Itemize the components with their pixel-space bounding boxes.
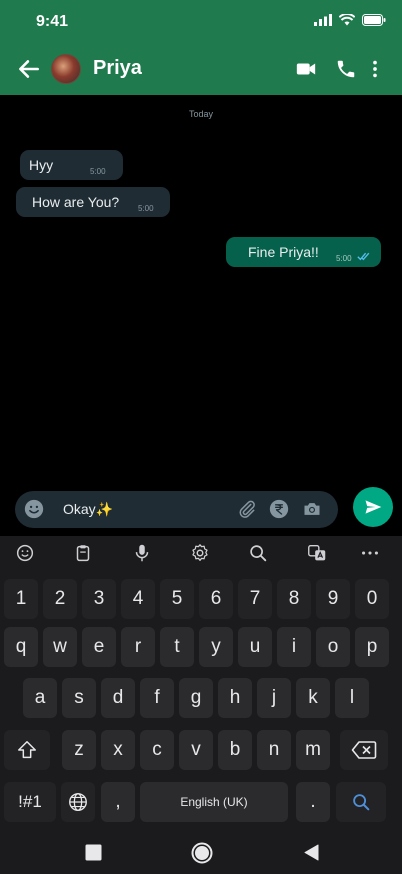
message-composer[interactable]: Okay✨: [15, 491, 338, 528]
key[interactable]: g: [179, 678, 213, 718]
key[interactable]: j: [257, 678, 291, 718]
key[interactable]: 2: [43, 579, 77, 619]
camera-icon[interactable]: [302, 499, 322, 519]
message-time: 5:00: [138, 204, 154, 213]
key[interactable]: s: [62, 678, 96, 718]
search-icon: [353, 794, 370, 811]
key[interactable]: r: [121, 627, 155, 667]
symbols-key[interactable]: !#1: [4, 782, 56, 822]
key[interactable]: 4: [121, 579, 155, 619]
mic-icon[interactable]: [131, 542, 153, 564]
period-key[interactable]: .: [296, 782, 330, 822]
message-text: Hyy: [29, 157, 54, 173]
backspace-key[interactable]: [340, 730, 388, 770]
read-ticks-icon: [357, 252, 370, 261]
back-nav-icon[interactable]: [303, 844, 319, 861]
app-header: 9:41 Priya: [0, 0, 402, 95]
key[interactable]: x: [101, 730, 135, 770]
chat-area[interactable]: Today Hyy 5:00 How are You? 5:00 Fine Pr…: [0, 95, 402, 485]
key[interactable]: f: [140, 678, 174, 718]
recents-icon[interactable]: [85, 844, 102, 861]
key[interactable]: k: [296, 678, 330, 718]
message-bubble[interactable]: How are You? 5:00: [16, 187, 170, 217]
contact-name[interactable]: Priya: [93, 57, 142, 80]
key[interactable]: o: [316, 627, 350, 667]
key[interactable]: 3: [82, 579, 116, 619]
message-input[interactable]: Okay✨: [63, 501, 113, 518]
rupee-icon[interactable]: [269, 499, 289, 519]
send-button[interactable]: [353, 487, 393, 527]
key[interactable]: h: [218, 678, 252, 718]
key[interactable]: 0: [355, 579, 389, 619]
key[interactable]: d: [101, 678, 135, 718]
phone-icon[interactable]: [335, 58, 357, 80]
wifi-icon: [339, 14, 355, 26]
settings-icon[interactable]: [189, 542, 211, 564]
key[interactable]: y: [199, 627, 233, 667]
keyboard: 1 2 3 4 5 6 7 8 9 0 q w e r t y u i o p …: [0, 536, 402, 826]
avatar[interactable]: [51, 54, 81, 84]
key[interactable]: z: [62, 730, 96, 770]
message-text: How are You?: [32, 194, 120, 210]
back-arrow-icon[interactable]: [16, 56, 42, 82]
emoji-icon[interactable]: [14, 542, 36, 564]
key[interactable]: 8: [277, 579, 311, 619]
key[interactable]: w: [43, 627, 77, 667]
signal-icon: [314, 14, 332, 26]
key[interactable]: 5: [160, 579, 194, 619]
emoji-icon[interactable]: [24, 499, 44, 519]
key[interactable]: a: [23, 678, 57, 718]
globe-icon: [69, 793, 87, 811]
battery-icon: [362, 14, 386, 26]
message-time: 5:00: [90, 167, 106, 176]
status-time: 9:41: [36, 13, 69, 30]
shift-icon: [18, 741, 36, 759]
key[interactable]: b: [218, 730, 252, 770]
keyboard-toolbar: [0, 536, 402, 569]
key[interactable]: c: [140, 730, 174, 770]
navigation-bar: [0, 826, 402, 874]
language-key[interactable]: [61, 782, 95, 822]
chat-header: Priya: [0, 44, 402, 95]
search-action-key[interactable]: [336, 782, 386, 822]
shift-key[interactable]: [4, 730, 50, 770]
comma-key[interactable]: ,: [101, 782, 135, 822]
more-horizontal-icon[interactable]: [359, 542, 381, 564]
message-time: 5:00: [336, 254, 352, 263]
key[interactable]: l: [335, 678, 369, 718]
key[interactable]: t: [160, 627, 194, 667]
key[interactable]: 9: [316, 579, 350, 619]
key[interactable]: n: [257, 730, 291, 770]
home-icon[interactable]: [191, 842, 213, 864]
video-call-icon[interactable]: [295, 58, 317, 80]
message-text: Fine Priya!!: [248, 244, 319, 260]
key[interactable]: e: [82, 627, 116, 667]
message-bubble[interactable]: Fine Priya!! 5:00: [226, 237, 381, 267]
key[interactable]: 6: [199, 579, 233, 619]
translate-icon[interactable]: [306, 542, 328, 564]
key[interactable]: v: [179, 730, 213, 770]
clipboard-icon[interactable]: [72, 542, 94, 564]
more-vertical-icon[interactable]: [364, 58, 386, 80]
key[interactable]: m: [296, 730, 330, 770]
key[interactable]: u: [238, 627, 272, 667]
key[interactable]: p: [355, 627, 389, 667]
status-icons: [314, 14, 386, 26]
key[interactable]: 7: [238, 579, 272, 619]
message-bubble[interactable]: Hyy 5:00: [20, 150, 123, 180]
space-key[interactable]: English (UK): [140, 782, 288, 822]
attach-icon[interactable]: [237, 499, 257, 519]
status-bar: 9:41: [0, 0, 402, 44]
backspace-icon: [351, 741, 377, 759]
key[interactable]: q: [4, 627, 38, 667]
date-separator: Today: [188, 109, 214, 119]
key[interactable]: 1: [4, 579, 38, 619]
send-icon: [365, 500, 382, 514]
key[interactable]: i: [277, 627, 311, 667]
search-icon[interactable]: [247, 542, 269, 564]
